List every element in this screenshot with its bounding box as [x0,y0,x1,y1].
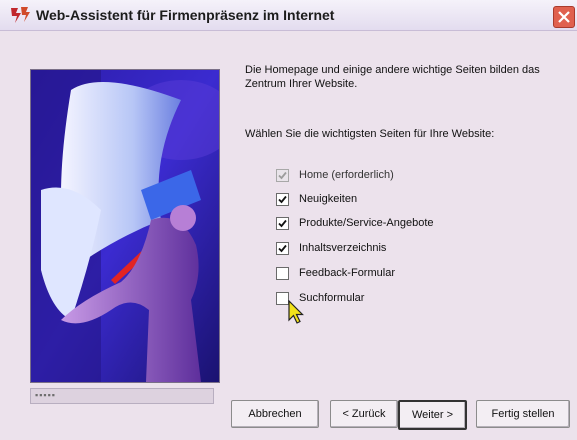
window-title: Web-Assistent für Firmenpräsenz im Inter… [36,7,335,23]
toc-checkbox[interactable] [276,241,289,255]
wizard-illustration [30,69,220,383]
intro-description: Die Homepage und einige andere wichtige … [245,64,540,90]
checkbox-row-news[interactable]: Neuigkeiten [276,190,357,208]
back-button[interactable]: < Zurück [330,400,398,428]
selection-instruction: Wählen Sie die wichtigsten Seiten für Ih… [245,128,495,140]
progress-dots: ▪▪▪▪▪ [35,390,56,400]
close-button[interactable] [553,6,575,28]
mouse-pointer-icon [288,300,304,324]
checkmark-icon [278,244,287,252]
checkbox-row-toc[interactable]: Inhaltsverzeichnis [276,239,386,257]
feedback-label[interactable]: Feedback-Formular [299,267,395,279]
toc-label[interactable]: Inhaltsverzeichnis [299,242,386,254]
checkbox-row-home: Home (erforderlich) [276,166,394,184]
checkmark-icon [278,219,287,227]
wizard-app-icon [11,7,30,23]
checkbox-row-feedback[interactable]: Feedback-Formular [276,264,395,282]
finish-button[interactable]: Fertig stellen [476,400,570,428]
checkmark-icon [278,195,287,203]
progress-bar: ▪▪▪▪▪ [30,388,214,404]
news-label[interactable]: Neuigkeiten [299,193,357,205]
home-label: Home (erforderlich) [299,169,394,181]
wizard-body: ▪▪▪▪▪ Die Homepage und einige andere wic… [0,31,577,440]
next-button[interactable]: Weiter > [398,400,467,430]
search-form-label[interactable]: Suchformular [299,292,364,304]
cancel-button[interactable]: Abbrechen [231,400,319,428]
close-icon [558,11,570,23]
checkbox-row-products[interactable]: Produkte/Service-Angebote [276,214,434,232]
feedback-checkbox[interactable] [276,266,289,280]
products-label[interactable]: Produkte/Service-Angebote [299,217,434,229]
title-bar: Web-Assistent für Firmenpräsenz im Inter… [0,0,577,31]
checkmark-icon [278,171,287,179]
home-checkbox [276,168,289,182]
products-checkbox[interactable] [276,216,289,230]
news-checkbox[interactable] [276,192,289,206]
